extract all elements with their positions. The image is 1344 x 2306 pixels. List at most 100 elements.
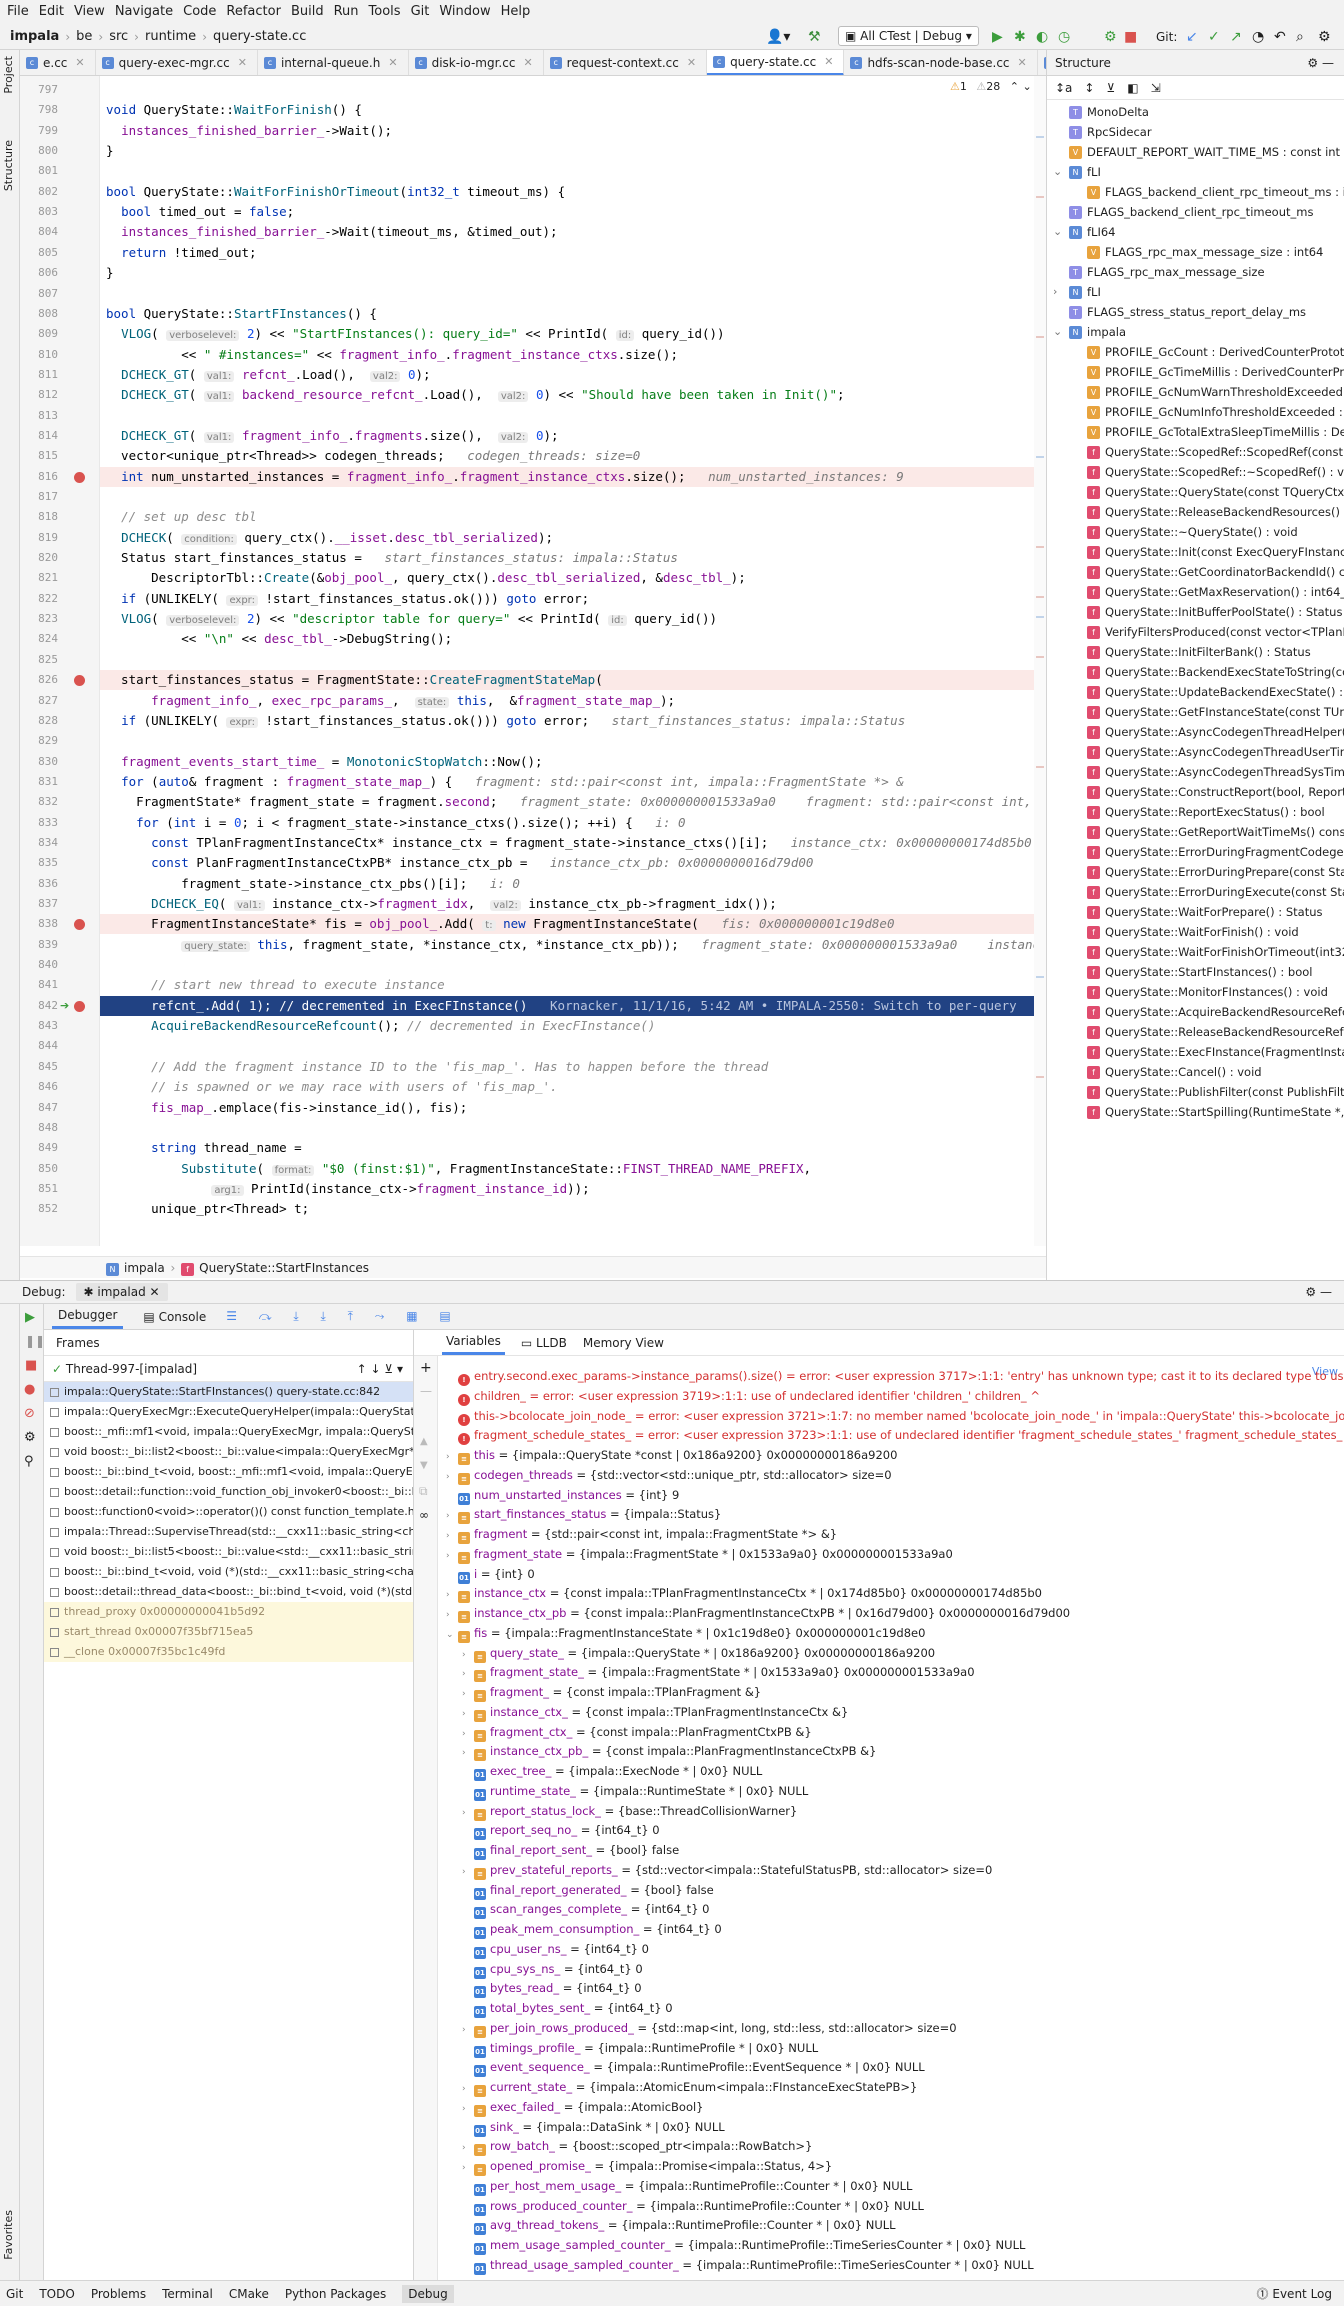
variable-row[interactable]: › ≡ row_batch_ = {boost::scoped_ptr<impala… xyxy=(462,2136,812,2157)
structure-item[interactable]: f QueryState::InitBufferPoolState() : Sta… xyxy=(1047,602,1344,622)
structure-item[interactable]: T RpcSidecar xyxy=(1047,122,1344,142)
breakpoint-icon[interactable] xyxy=(74,675,85,687)
breadcrumb-be[interactable]: be xyxy=(72,29,96,44)
status-tab-git[interactable]: Git xyxy=(6,2287,23,2301)
editor-tab[interactable]: c query-exec-mgr.cc ✕ xyxy=(96,50,258,75)
stack-frame[interactable]: boost::_bi::bind_t<void, void (*)(std::_… xyxy=(44,1562,413,1582)
menu-edit[interactable]: Edit xyxy=(36,0,71,24)
structure-item[interactable]: f QueryState::AsyncCodegenThreadSysTime() xyxy=(1047,762,1344,782)
structure-item[interactable]: T FLAGS_stress_status_report_delay_ms xyxy=(1047,302,1344,322)
structure-item[interactable]: V PROFILE_GcTimeMillis : DerivedCounterPr… xyxy=(1047,362,1344,382)
code-line[interactable]: DCHECK( condition: query_ctx().__isset.d… xyxy=(106,530,553,545)
status-tab-cmake[interactable]: CMake xyxy=(229,2287,269,2301)
variable-row[interactable]: 01 total_bytes_sent_ = {int64_t} 0 xyxy=(462,1998,673,2018)
structure-item[interactable]: f QueryState::ErrorDuringFragmentCodegen( xyxy=(1047,842,1344,862)
expand-icon[interactable]: ⌄ xyxy=(446,1625,458,1645)
breakpoint-icon[interactable] xyxy=(74,1000,85,1012)
code-line[interactable]: start_finstances_status = FragmentState:… xyxy=(106,672,603,687)
view-breakpoints-icon[interactable]: ● xyxy=(24,1382,35,1397)
structure-tool-tab[interactable]: Structure xyxy=(2,140,15,191)
editor-scrollbar[interactable] xyxy=(1034,76,1046,1246)
breadcrumb-file[interactable]: query-state.cc xyxy=(209,29,310,44)
code-line[interactable]: instances_finished_barrier_->Wait(); xyxy=(106,123,392,138)
watches-toggle-icon[interactable]: ∞ xyxy=(419,1508,429,1522)
structure-item[interactable]: f QueryState::~QueryState() : void xyxy=(1047,522,1344,542)
code-line[interactable]: DCHECK_EQ( val1: instance_ctx->fragment_… xyxy=(106,896,777,911)
structure-item[interactable]: V PROFILE_GcNumInfoThresholdExceeded : De xyxy=(1047,402,1344,422)
code-line[interactable]: query_state: this, fragment_state, *inst… xyxy=(106,937,1040,952)
console-tab[interactable]: ▤ Console xyxy=(137,1306,212,1328)
variable-row[interactable]: ! children_ = error: <user expression 371… xyxy=(446,1386,1040,1406)
status-tab-debug[interactable]: Debug xyxy=(402,2284,454,2303)
code-line[interactable]: refcnt_.Add( 1); // decremented in ExecF… xyxy=(106,998,1016,1013)
menu-refactor[interactable]: Refactor xyxy=(223,0,288,24)
variable-row[interactable]: 01 final_report_generated_ = {bool} false xyxy=(462,1880,714,1900)
status-tab-problems[interactable]: Problems xyxy=(91,2287,146,2301)
variable-row[interactable]: › ≡ fragment_state_ = {impala::FragmentSta… xyxy=(462,1662,975,1683)
close-icon[interactable]: ✕ xyxy=(523,50,532,75)
editor-tab[interactable]: c query-state.cc ✕ xyxy=(707,50,845,75)
code-line[interactable]: int num_unstarted_instances = fragment_i… xyxy=(106,469,904,484)
sort-alpha-icon[interactable]: ↕a xyxy=(1055,81,1072,95)
code-line[interactable]: // start new thread to execute instance xyxy=(106,977,445,992)
debug-icon[interactable]: ✱ xyxy=(1014,28,1026,46)
git-commit-icon[interactable]: ✓ xyxy=(1208,28,1220,46)
variable-row[interactable]: 01 final_report_sent_ = {bool} false xyxy=(462,1840,679,1860)
expand-icon[interactable]: ⌄ xyxy=(1053,322,1062,342)
variable-row[interactable]: › ≡ start_finstances_status = {impala::Sta… xyxy=(446,1504,721,1525)
code-line[interactable]: fis_map_.emplace(fis->instance_id(), fis… xyxy=(106,1100,467,1115)
code-editor[interactable]: 797 798 799 800 801 802 803 804 805 806 807 808 809 8… xyxy=(20,76,1046,1246)
structure-settings-icon[interactable]: ⚙ — xyxy=(1307,50,1334,76)
close-icon[interactable]: ✕ xyxy=(388,50,397,75)
code-line[interactable]: } xyxy=(106,143,114,158)
attach-icon[interactable]: ⚙ xyxy=(1104,28,1117,46)
stop-icon[interactable]: ■ xyxy=(1124,28,1137,46)
add-watch-icon[interactable]: + xyxy=(420,1360,432,1376)
code-line[interactable]: const PlanFragmentInstanceCtxPB* instanc… xyxy=(106,855,813,870)
breadcrumb-project[interactable]: impala xyxy=(6,29,63,44)
coverage-icon[interactable]: ◐ xyxy=(1036,28,1048,46)
structure-item[interactable]: f QueryState::MonitorFInstances() : void xyxy=(1047,982,1344,1002)
structure-item[interactable]: f QueryState::BackendExecStateToString(co… xyxy=(1047,662,1344,682)
code-line[interactable]: DescriptorTbl::Create(&obj_pool_, query_… xyxy=(106,570,746,585)
structure-item[interactable]: f QueryState::AsyncCodegenThreadUserTime xyxy=(1047,742,1344,762)
structure-item[interactable]: ⌄ Nimpala xyxy=(1047,322,1344,342)
code-line[interactable]: FragmentState* fragment_state = fragment… xyxy=(106,794,1046,809)
move-down-icon[interactable]: ▼ xyxy=(420,1460,428,1471)
variable-row[interactable]: ! fragment_schedule_states_ = error: <use… xyxy=(446,1425,1344,1446)
variable-row[interactable]: 01 timings_profile_ = {impala::RuntimePro… xyxy=(462,2038,818,2058)
rollback-icon[interactable]: ↶ xyxy=(1274,28,1286,46)
structure-item[interactable]: f QueryState::GetCoordinatorBackendId() c… xyxy=(1047,562,1344,582)
menu-help[interactable]: Help xyxy=(498,0,538,24)
code-line[interactable]: void QueryState::WaitForFinish() { xyxy=(106,102,362,117)
variable-row[interactable]: 01 event_sequence_ = {impala::RuntimeProf… xyxy=(462,2057,925,2078)
variables-tab[interactable]: Variables xyxy=(442,1330,505,1355)
stack-frame[interactable]: impala::QueryExecMgr::ExecuteQueryHelper… xyxy=(44,1402,413,1422)
code-line[interactable]: unique_ptr<Thread> t; xyxy=(106,1201,309,1216)
variable-row[interactable]: › ≡ per_join_rows_produced_ = {std::map<in… xyxy=(462,2018,957,2038)
structure-item[interactable]: V FLAGS_backend_client_rpc_timeout_ms : i… xyxy=(1047,182,1344,202)
editor-tab[interactable]: c hdfs-scan-node-base.cc ✕ xyxy=(844,50,1038,75)
menu-run[interactable]: Run xyxy=(331,0,366,24)
structure-item[interactable]: f QueryState::WaitForFinishOrTimeout(int3… xyxy=(1047,942,1344,962)
menu-view[interactable]: View xyxy=(71,0,112,24)
structure-item[interactable]: f QueryState::ConstructReport(bool, Repor… xyxy=(1047,782,1344,802)
variable-row[interactable]: 01 per_host_mem_usage_ = {impala::Runtime… xyxy=(462,2176,912,2196)
variable-row[interactable]: 01 runtime_state_ = {impala::RuntimeState… xyxy=(462,1781,808,1801)
variable-row[interactable]: › ≡ fragment_ctx_ = {const impala::PlanFra… xyxy=(462,1722,812,1742)
run-icon[interactable]: ▶ xyxy=(992,28,1003,46)
menu-file[interactable]: File xyxy=(4,0,36,24)
favorites-tool-tab[interactable]: Favorites xyxy=(2,2210,15,2260)
structure-item[interactable]: V DEFAULT_REPORT_WAIT_TIME_MS : const int xyxy=(1047,142,1344,162)
breadcrumb-src[interactable]: src xyxy=(105,29,132,44)
stack-frame[interactable]: boost::_bi::bind_t<void, boost::_mfi::mf… xyxy=(44,1462,413,1482)
structure-item[interactable]: f VerifyFiltersProduced(const vector<TPla… xyxy=(1047,622,1344,642)
remove-watch-icon[interactable]: — xyxy=(420,1384,432,1398)
menu-code[interactable]: Code xyxy=(180,0,223,24)
memory-view-tab[interactable]: Memory View xyxy=(583,1336,664,1350)
inspection-widget[interactable]: ⚠1 ⚠28 ⌃ ⌄ xyxy=(950,80,1032,93)
structure-item[interactable]: f QueryState::ReleaseBackendResourceRefco… xyxy=(1047,1022,1344,1042)
code-line[interactable]: } xyxy=(106,265,114,280)
menu-build[interactable]: Build xyxy=(288,0,331,24)
structure-item[interactable]: V PROFILE_GcTotalExtraSleepTimeMillis : D… xyxy=(1047,422,1344,442)
